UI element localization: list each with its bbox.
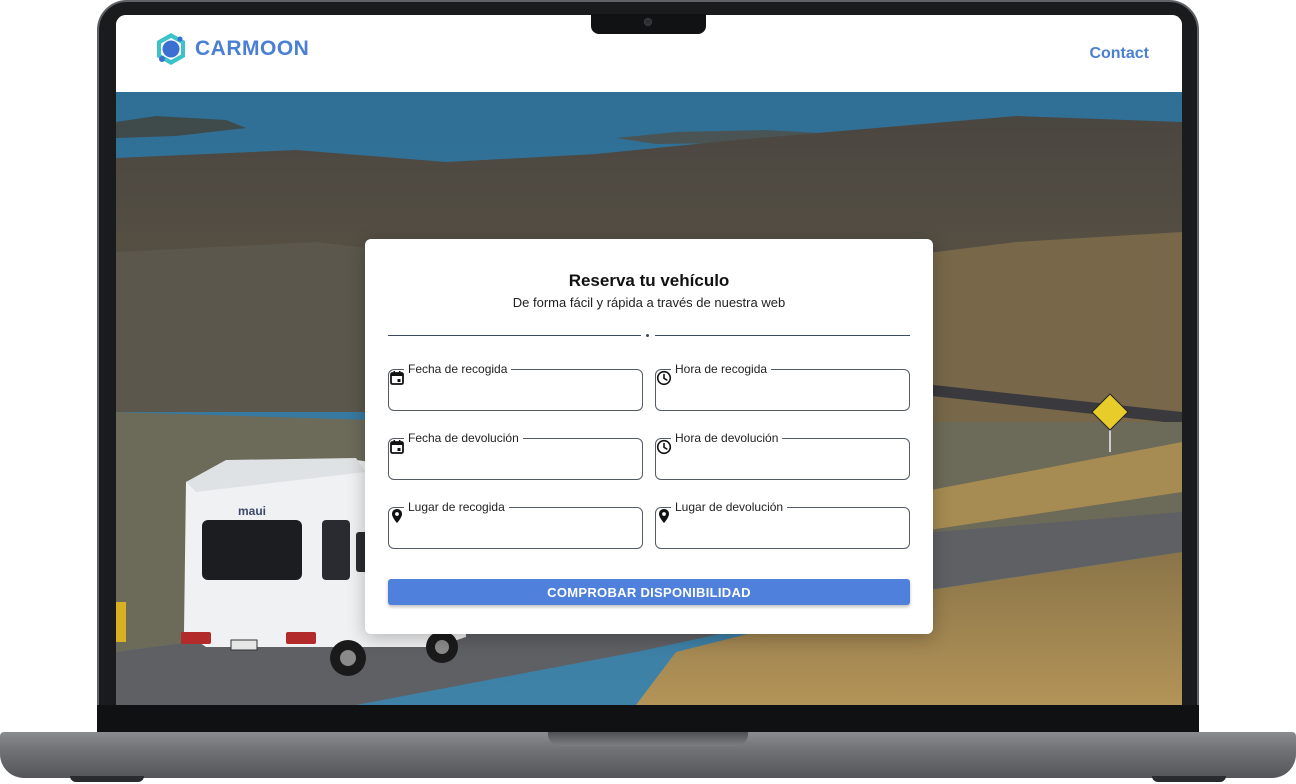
return-time-label: Hora de devolución — [671, 431, 783, 445]
brand-name: CARMOON — [195, 37, 310, 60]
pickup-time-label: Hora de recogida — [671, 362, 772, 376]
laptop-base-groove — [548, 732, 748, 746]
pickup-location-input[interactable] — [421, 516, 631, 542]
return-date-label: Fecha de devolución — [404, 431, 523, 445]
return-location-label: Lugar de devolución — [671, 500, 788, 514]
nav-contact-link[interactable]: Contact — [1089, 45, 1149, 63]
hexagon-logo-icon — [157, 33, 185, 65]
location-pin-icon — [659, 509, 669, 523]
camera-notch — [591, 14, 706, 34]
check-availability-button[interactable]: COMPROBAR DISPONIBILIDAD — [388, 579, 910, 605]
pickup-date-field[interactable]: Fecha de recogida — [388, 362, 643, 411]
booking-card: Reserva tu vehículo De forma fácil y ráp… — [365, 239, 933, 634]
pickup-time-field[interactable]: Hora de recogida — [655, 362, 910, 411]
return-location-field[interactable]: Lugar de devolución — [655, 500, 910, 549]
laptop-foot-left — [70, 776, 144, 782]
calendar-icon — [390, 371, 404, 385]
campervan-brand-text: maui — [238, 504, 266, 518]
return-time-input[interactable] — [688, 447, 898, 473]
hero-background: maui Reserva tu vehículo De forma fácil … — [116, 92, 1182, 705]
pickup-date-input[interactable] — [421, 378, 631, 404]
return-date-field[interactable]: Fecha de devolución — [388, 431, 643, 480]
brand-logo[interactable]: CARMOON — [154, 32, 309, 66]
clock-icon — [656, 439, 672, 455]
booking-subtitle: De forma fácil y rápida a través de nues… — [512, 295, 786, 310]
pickup-location-field[interactable]: Lugar de recogida — [388, 500, 643, 549]
webcam-icon — [644, 18, 652, 26]
laptop-foot-right — [1152, 776, 1226, 782]
laptop-chin — [97, 705, 1199, 735]
pickup-location-label: Lugar de recogida — [404, 500, 509, 514]
location-pin-icon — [392, 509, 402, 523]
section-divider — [388, 334, 910, 337]
clock-icon — [656, 370, 672, 386]
return-date-input[interactable] — [421, 447, 631, 473]
booking-title: Reserva tu vehículo — [568, 271, 730, 290]
screen: CARMOON Contact maui Reserva tu vehículo… — [116, 15, 1182, 705]
calendar-icon — [390, 440, 404, 454]
return-location-input[interactable] — [688, 516, 898, 542]
pickup-time-input[interactable] — [688, 378, 898, 404]
pickup-date-label: Fecha de recogida — [404, 362, 512, 376]
return-time-field[interactable]: Hora de devolución — [655, 431, 910, 480]
